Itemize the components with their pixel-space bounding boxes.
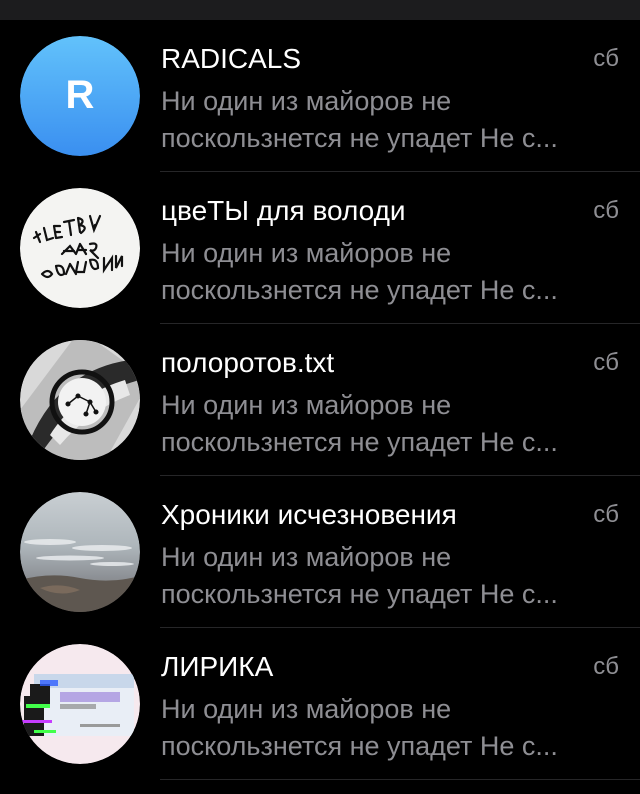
avatar — [20, 188, 140, 308]
preview-line: поскользнется не упадет Не с... — [161, 731, 558, 761]
avatar-letter: R — [66, 73, 95, 117]
preview-line: поскользнется не упадет Не с... — [161, 427, 558, 457]
avatar — [20, 492, 140, 612]
chat-title: RADICALS — [161, 43, 302, 74]
chat-row-polorotov[interactable]: полоротов.txt сб Ни один из майоров не п… — [0, 324, 640, 476]
preview-line: поскользнется не упадет Не с... — [161, 123, 558, 153]
handwritten-sticker-icon — [20, 188, 140, 308]
preview-line: Ни один из майоров не — [161, 86, 452, 116]
preview-line: Ни один из майоров не — [161, 694, 452, 724]
preview-line: поскользнется не упадет Не с... — [161, 579, 558, 609]
chat-preview: Ни один из майоров не поскользнется не у… — [161, 235, 621, 309]
letter-avatar-icon: R — [20, 36, 140, 156]
chat-date: сб — [593, 197, 619, 224]
medicine-box-icon — [20, 644, 140, 764]
chat-date: сб — [593, 349, 619, 376]
chat-title: Хроники исчезновения — [161, 499, 457, 530]
chat-date: сб — [593, 501, 619, 528]
sea-photo-icon — [20, 492, 140, 612]
chat-row-khroniki[interactable]: Хроники исчезновения сб Ни один из майор… — [0, 476, 640, 628]
chat-title: цвеТЫ для володи — [161, 195, 406, 226]
chat-date: сб — [593, 45, 619, 72]
avatar — [20, 644, 140, 764]
chat-preview: Ни один из майоров не поскользнется не у… — [161, 83, 621, 157]
preview-line: Ни один из майоров не — [161, 390, 452, 420]
chat-list: R RADICALS сб Ни один из майоров не поск… — [0, 20, 640, 780]
chat-preview: Ни один из майоров не поскользнется не у… — [161, 539, 621, 613]
preview-line: Ни один из майоров не — [161, 542, 452, 572]
chat-row-lirika[interactable]: ЛИРИКА сб Ни один из майоров не поскольз… — [0, 628, 640, 780]
chat-row-tsvety[interactable]: цвеТЫ для володи сб Ни один из майоров н… — [0, 172, 640, 324]
preview-line: поскользнется не упадет Не с... — [161, 275, 558, 305]
chat-preview: Ни один из майоров не поскользнется не у… — [161, 387, 621, 461]
preview-line: Ни один из майоров не — [161, 238, 452, 268]
avatar — [20, 340, 140, 460]
chat-title: ЛИРИКА — [161, 651, 274, 682]
constellation-drawing-icon — [20, 340, 140, 460]
top-bar — [0, 0, 640, 20]
chat-preview: Ни один из майоров не поскользнется не у… — [161, 691, 621, 765]
chat-date: сб — [593, 653, 619, 680]
chat-row-radicals[interactable]: R RADICALS сб Ни один из майоров не поск… — [0, 20, 640, 172]
avatar: R — [20, 36, 140, 156]
chat-title: полоротов.txt — [161, 347, 335, 378]
divider — [160, 779, 640, 780]
